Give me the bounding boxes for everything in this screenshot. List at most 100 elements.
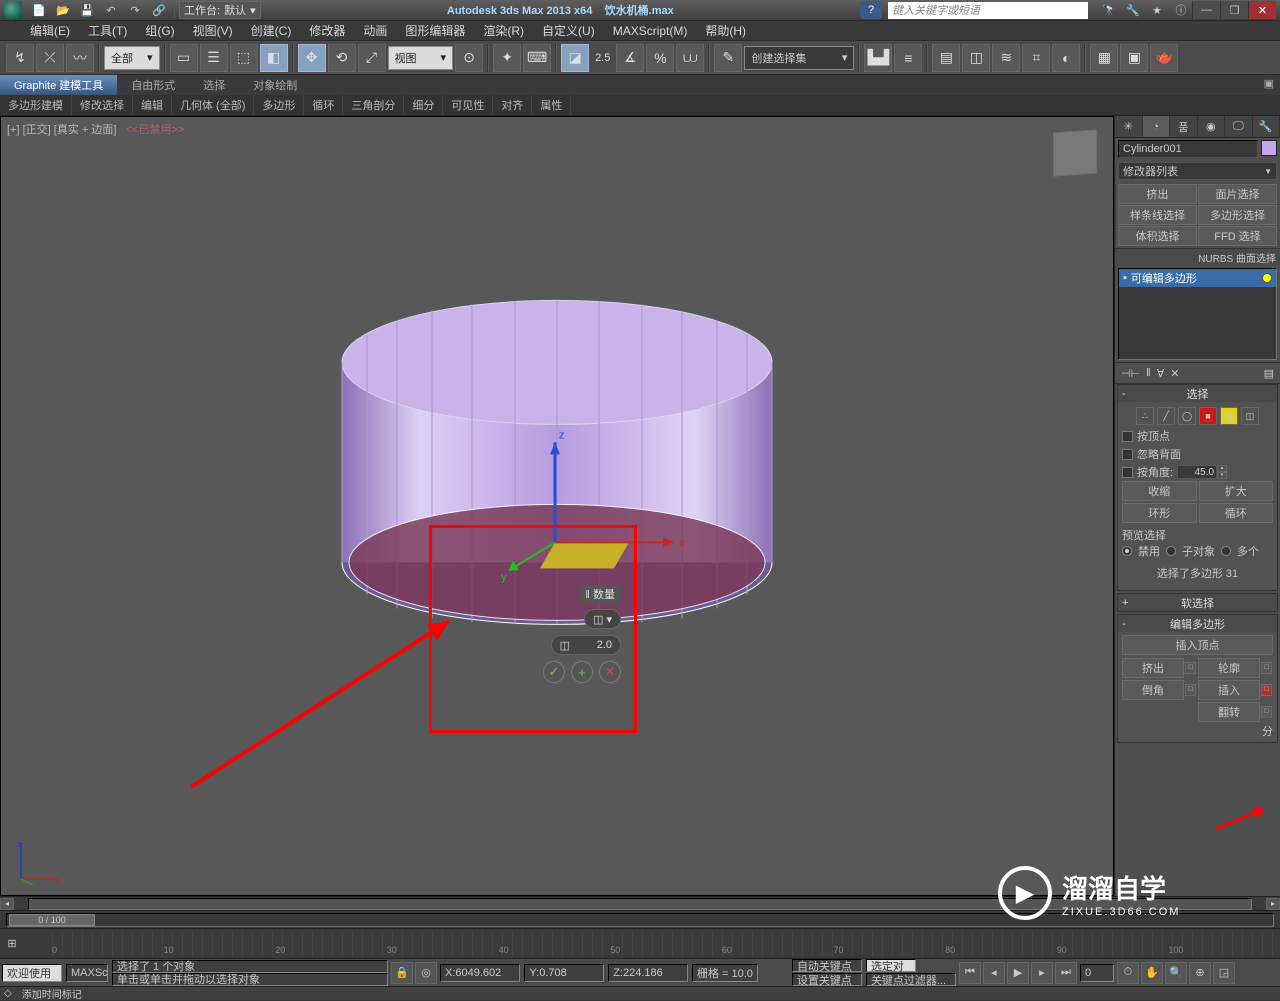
- save-icon[interactable]: 💾: [76, 1, 98, 19]
- maximize-button[interactable]: ❐: [1220, 1, 1248, 19]
- nav-max-icon[interactable]: ◲: [1213, 962, 1235, 984]
- selection-filter-dropdown[interactable]: 全部▾: [104, 46, 160, 70]
- menu-tools[interactable]: 工具(T): [88, 22, 127, 39]
- ignore-backfacing-checkbox[interactable]: [1122, 449, 1133, 460]
- preset-splinesel[interactable]: 样条线选择: [1118, 205, 1197, 225]
- spinner-snap-icon[interactable]: ⩊: [676, 44, 704, 72]
- menu-animation[interactable]: 动画: [363, 22, 387, 39]
- named-selection-dropdown[interactable]: 创建选择集▾: [744, 46, 854, 70]
- time-slider[interactable]: 0 / 100: [6, 913, 1274, 927]
- remove-mod-icon[interactable]: ✕: [1170, 367, 1179, 380]
- preset-polysel[interactable]: 多边形选择: [1198, 205, 1277, 225]
- by-vertex-checkbox[interactable]: [1122, 431, 1133, 442]
- caddy-apply-button[interactable]: +: [571, 661, 593, 683]
- redo-icon[interactable]: ↷: [124, 1, 146, 19]
- preview-subobj-radio[interactable]: [1166, 546, 1176, 556]
- star-icon[interactable]: ★: [1146, 1, 1168, 19]
- select-object-icon[interactable]: ▭: [170, 44, 198, 72]
- rendered-frame-icon[interactable]: ▣: [1120, 44, 1148, 72]
- nav-pan-icon[interactable]: ✋: [1141, 962, 1163, 984]
- ribbon-grp-props[interactable]: 属性: [532, 95, 571, 115]
- outline-settings-button[interactable]: □: [1261, 662, 1272, 674]
- ribbon-grp-edit[interactable]: 编辑: [133, 95, 172, 115]
- object-color-swatch[interactable]: [1261, 140, 1277, 156]
- bevel-settings-button[interactable]: □: [1185, 684, 1196, 696]
- add-time-tag[interactable]: 添加时间标记: [22, 986, 82, 1001]
- render-setup-icon[interactable]: ▦: [1090, 44, 1118, 72]
- wrench-icon[interactable]: 🔧: [1122, 1, 1144, 19]
- flip-button[interactable]: 翻转: [1198, 702, 1260, 722]
- object-name-field[interactable]: Cylinder001: [1118, 140, 1258, 158]
- extrude-settings-button[interactable]: □: [1185, 662, 1196, 674]
- caddy-value-input[interactable]: ◫: [551, 635, 621, 655]
- menu-group[interactable]: 组(G): [145, 22, 174, 39]
- search-input[interactable]: 键入关键字或短语: [888, 2, 1088, 19]
- ribbon-grp-geom[interactable]: 几何体 (全部): [172, 95, 254, 115]
- ribbon-grp-vis[interactable]: 可见性: [443, 95, 493, 115]
- keyboard-shortcut-icon[interactable]: ⌨: [523, 44, 551, 72]
- viewport[interactable]: [+] [正交] [真实 + 边面] <<已禁用>>: [0, 116, 1114, 896]
- cmd-tab-utilities[interactable]: 🔧: [1253, 116, 1280, 137]
- cmd-tab-modify[interactable]: ◔: [1143, 116, 1171, 137]
- preset-volsel[interactable]: 体积选择: [1118, 226, 1197, 246]
- subobj-edge-icon[interactable]: ╱: [1157, 407, 1175, 425]
- ribbon-tab-freeform[interactable]: 自由形式: [117, 75, 189, 95]
- link-icon[interactable]: 🔗: [148, 1, 170, 19]
- expand-icon[interactable]: ▪: [1123, 272, 1127, 284]
- layers-icon[interactable]: ▤: [932, 44, 960, 72]
- menu-maxscript[interactable]: MAXScript(M): [613, 24, 688, 38]
- trackbar-toggle-icon[interactable]: ⊞: [0, 937, 24, 950]
- play-next-icon[interactable]: ▸: [1031, 962, 1053, 984]
- subobj-border-icon[interactable]: ◯: [1178, 407, 1196, 425]
- ring-button[interactable]: 环形: [1122, 503, 1197, 523]
- rollout-editpoly-header[interactable]: -编辑多边形: [1118, 615, 1277, 632]
- edit-named-sel-icon[interactable]: ✎: [714, 44, 742, 72]
- preset-extrude[interactable]: 挤出: [1118, 184, 1197, 204]
- help-icon[interactable]: ?: [860, 1, 882, 19]
- inset-button[interactable]: 插入: [1198, 680, 1260, 700]
- key-filter-button[interactable]: 关键点过滤器...: [866, 973, 956, 986]
- coord-z-input[interactable]: [623, 967, 683, 979]
- by-angle-checkbox[interactable]: [1122, 467, 1133, 478]
- select-name-icon[interactable]: ☰: [200, 44, 228, 72]
- select-scale-icon[interactable]: ⤢: [358, 44, 386, 72]
- select-move-icon[interactable]: ✥: [298, 44, 326, 72]
- menu-edit[interactable]: 编辑(E): [30, 22, 70, 39]
- menu-rendering[interactable]: 渲染(R): [483, 22, 524, 39]
- bind-space-icon[interactable]: 〰: [66, 44, 94, 72]
- preview-off-radio[interactable]: [1122, 546, 1132, 556]
- binoculars-icon[interactable]: 🔭: [1098, 1, 1120, 19]
- angle-snap-icon[interactable]: ∡: [616, 44, 644, 72]
- outline-button[interactable]: 轮廓: [1198, 658, 1260, 678]
- preset-nurbs[interactable]: NURBS 曲面选择: [1115, 248, 1280, 266]
- loop-button[interactable]: 循环: [1199, 503, 1274, 523]
- graphite-icon[interactable]: ◫: [962, 44, 990, 72]
- viewcube[interactable]: [1053, 129, 1097, 176]
- cmd-tab-display[interactable]: 🖵: [1225, 116, 1253, 137]
- play-icon[interactable]: ▶: [1007, 962, 1029, 984]
- nav-zoom-icon[interactable]: 🔍: [1165, 962, 1187, 984]
- ribbon-grp-align[interactable]: 对齐: [493, 95, 532, 115]
- ribbon-grp-tri[interactable]: 三角剖分: [343, 95, 404, 115]
- angle-spinner[interactable]: [1177, 465, 1217, 479]
- schematic-icon[interactable]: ⌗: [1022, 44, 1050, 72]
- play-start-icon[interactable]: ⏮: [959, 962, 981, 984]
- caddy-ok-button[interactable]: ✓: [543, 661, 565, 683]
- material-editor-icon[interactable]: ◐: [1052, 44, 1080, 72]
- coord-y-input[interactable]: [539, 967, 599, 979]
- menu-help[interactable]: 帮助(H): [705, 22, 746, 39]
- ribbon-tab-modeling[interactable]: Graphite 建模工具: [0, 75, 117, 95]
- rollout-selection-header[interactable]: -选择: [1118, 385, 1277, 402]
- menu-create[interactable]: 创建(C): [251, 22, 292, 39]
- extrude-button[interactable]: 挤出: [1122, 658, 1184, 678]
- scroll-left-icon[interactable]: ◂: [0, 898, 14, 910]
- percent-snap-icon[interactable]: %: [646, 44, 674, 72]
- ribbon-tab-objectpaint[interactable]: 对象绘制: [239, 75, 311, 95]
- key-object-dropdown[interactable]: 选定对: [866, 959, 916, 972]
- scroll-right-icon[interactable]: ▸: [1266, 898, 1280, 910]
- ribbon-grp-modsel[interactable]: 修改选择: [72, 95, 133, 115]
- maxscript-mini[interactable]: MAXSc: [66, 964, 108, 982]
- insert-vertex-button[interactable]: 插入顶点: [1122, 635, 1273, 655]
- subobj-polygon-icon[interactable]: ■: [1199, 407, 1217, 425]
- pin-stack-icon[interactable]: ⊣⊢: [1121, 367, 1140, 380]
